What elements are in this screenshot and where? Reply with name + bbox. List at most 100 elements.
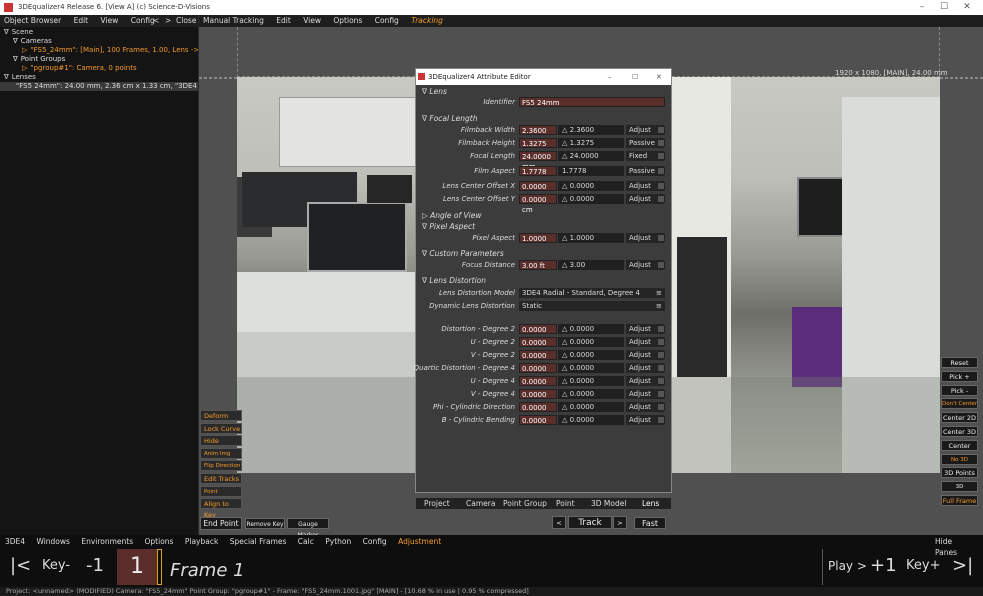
- attribute-value-field[interactable]: 0.0000: [519, 324, 557, 334]
- attribute-delta-field[interactable]: △ 0.0000: [558, 402, 624, 412]
- tree-expand-icon[interactable]: ▷: [22, 64, 27, 72]
- attribute-delta-field[interactable]: △ 0.0000: [558, 415, 624, 425]
- menu-adjustment[interactable]: Adjustment: [398, 537, 441, 546]
- attribute-checkbox[interactable]: [657, 234, 665, 242]
- attribute-value-field[interactable]: 1.3275 cm: [519, 138, 557, 158]
- model-select[interactable]: 3DE4 Radial - Standard, Degree 4: [519, 288, 665, 298]
- right-tool-button[interactable]: No 3D Points: [941, 453, 978, 474]
- tree-item[interactable]: ∇ Lenses: [0, 73, 198, 82]
- left-tool-button[interactable]: Deform Track: [200, 410, 242, 431]
- left-tool-button[interactable]: Lock Curve: [200, 422, 242, 434]
- attribute-delta-field[interactable]: △ 0.0000: [558, 324, 624, 334]
- identifier-field[interactable]: FS5 24mm: [519, 97, 665, 107]
- tree-expand-icon[interactable]: ∇: [13, 37, 18, 45]
- left-tool-button[interactable]: Point Defaults: [200, 485, 242, 506]
- attribute-value-field[interactable]: 3.00 ft: [519, 260, 557, 270]
- section-lens-distortion[interactable]: ∇ Lens Distortion: [416, 276, 486, 285]
- tree-item[interactable]: ∇ Cameras: [0, 37, 198, 46]
- menu-3de4[interactable]: 3DE4: [5, 537, 25, 546]
- tab-project[interactable]: Project: [424, 498, 450, 509]
- menu-special-frames[interactable]: Special Frames: [230, 537, 287, 546]
- tree-item[interactable]: "FS5 24mm": 24.00 mm, 2.36 cm x 1.33 cm,…: [0, 82, 198, 91]
- close-icon[interactable]: ✕: [955, 0, 979, 15]
- section-focal-length[interactable]: ∇ Focal Length: [416, 114, 478, 123]
- tree-expand-icon[interactable]: ∇: [4, 28, 9, 36]
- left-tool-button[interactable]: Edit Tracks: [200, 473, 242, 484]
- right-tool-button[interactable]: Center 3D: [941, 426, 978, 437]
- right-tool-button[interactable]: Pick -: [941, 384, 978, 396]
- key-next-button[interactable]: Key+: [906, 551, 940, 581]
- attribute-checkbox[interactable]: [657, 390, 665, 398]
- attribute-checkbox[interactable]: [657, 351, 665, 359]
- attribute-value-field[interactable]: 0.0000 cm: [519, 194, 557, 214]
- attribute-checkbox[interactable]: [657, 182, 665, 190]
- tree-expand-icon[interactable]: ▷: [22, 46, 27, 54]
- attribute-value-field[interactable]: 0.0000: [519, 337, 557, 347]
- attribute-delta-field[interactable]: △ 24.0000: [558, 151, 624, 161]
- tab-camera[interactable]: Camera: [466, 498, 495, 509]
- left-tool-button[interactable]: Hide: [200, 435, 242, 447]
- track-button[interactable]: Track: [568, 516, 612, 529]
- tree-item[interactable]: ▷ "FS5_24mm": [Main], 100 Frames, 1.00, L…: [0, 46, 198, 55]
- tree-item[interactable]: ∇ Scene: [0, 28, 198, 37]
- attribute-checkbox[interactable]: [657, 377, 665, 385]
- attribute-value-field[interactable]: 1.0000: [519, 233, 557, 243]
- maximize-icon[interactable]: ☐: [932, 0, 956, 15]
- attribute-checkbox[interactable]: [657, 403, 665, 411]
- attribute-delta-field[interactable]: △ 0.0000: [558, 350, 624, 360]
- menu-edit-main[interactable]: Edit: [276, 15, 291, 27]
- attribute-value-field[interactable]: 1.7778: [519, 166, 557, 176]
- current-frame-field[interactable]: 1: [117, 549, 157, 585]
- menu-options[interactable]: Options: [333, 15, 362, 27]
- menu-icon[interactable]: ≡: [656, 288, 662, 298]
- section-lens[interactable]: ∇ Lens: [416, 87, 447, 96]
- left-tool-button[interactable]: Flip Direction: [200, 460, 242, 472]
- menu-options-bottom[interactable]: Options: [145, 537, 174, 546]
- next-track-button[interactable]: >: [613, 516, 627, 529]
- attribute-delta-field[interactable]: △ 0.0000: [558, 181, 624, 191]
- attribute-value-field[interactable]: 0.0000: [519, 402, 557, 412]
- right-tool-button[interactable]: Full Frame: [941, 495, 978, 506]
- attribute-checkbox[interactable]: [657, 416, 665, 424]
- menu-calc[interactable]: Calc: [298, 537, 314, 546]
- section-pixel-aspect[interactable]: ∇ Pixel Aspect: [416, 222, 475, 231]
- attribute-value-field[interactable]: 0.0000: [519, 415, 557, 425]
- close-button[interactable]: Close: [176, 15, 196, 27]
- menu-view-main[interactable]: View: [303, 15, 321, 27]
- attribute-value-field[interactable]: 0.0000: [519, 350, 557, 360]
- play-button[interactable]: Play >: [828, 551, 867, 581]
- right-tool-button[interactable]: Don't Center: [941, 398, 978, 410]
- menu-config[interactable]: Config: [131, 15, 155, 27]
- menu-python[interactable]: Python: [325, 537, 351, 546]
- minus-one-button[interactable]: -1: [86, 551, 104, 581]
- menu-edit[interactable]: Edit: [74, 15, 89, 27]
- tab-lens[interactable]: Lens: [642, 498, 659, 509]
- attribute-delta-field[interactable]: △ 0.0000: [558, 389, 624, 399]
- menu-object-browser[interactable]: Object Browser: [4, 15, 61, 27]
- right-tool-button[interactable]: 3D Points: [941, 467, 978, 479]
- attribute-checkbox[interactable]: [657, 261, 665, 269]
- menu-windows[interactable]: Windows: [36, 537, 69, 546]
- attribute-value-field[interactable]: 0.0000: [519, 376, 557, 386]
- menu-environments[interactable]: Environments: [81, 537, 133, 546]
- tree-expand-icon[interactable]: ∇: [13, 55, 18, 63]
- right-tool-button[interactable]: 3D Distortion: [941, 481, 978, 501]
- last-frame-button[interactable]: >|: [952, 551, 973, 581]
- maximize-icon[interactable]: ☐: [632, 69, 638, 85]
- attribute-checkbox[interactable]: [657, 325, 665, 333]
- attribute-delta-field[interactable]: 1.7778: [558, 166, 624, 176]
- fast-button[interactable]: Fast: [634, 517, 666, 529]
- plus-one-button[interactable]: +1: [870, 551, 897, 581]
- dynamic-select[interactable]: Static: [519, 301, 665, 311]
- attribute-checkbox[interactable]: [657, 167, 665, 175]
- menu-playback[interactable]: Playback: [185, 537, 218, 546]
- prev-button[interactable]: <: [153, 15, 159, 27]
- attribute-delta-field[interactable]: △ 2.3600: [558, 125, 624, 135]
- attribute-delta-field[interactable]: △ 0.0000: [558, 363, 624, 373]
- tab-point-group[interactable]: Point Group: [503, 498, 547, 509]
- right-tool-button[interactable]: Center Box: [941, 439, 978, 461]
- close-icon[interactable]: ✕: [656, 69, 662, 85]
- first-frame-button[interactable]: |<: [10, 551, 31, 581]
- attribute-value-field[interactable]: 0.0000 cm: [519, 181, 557, 201]
- minimize-icon[interactable]: –: [608, 69, 612, 85]
